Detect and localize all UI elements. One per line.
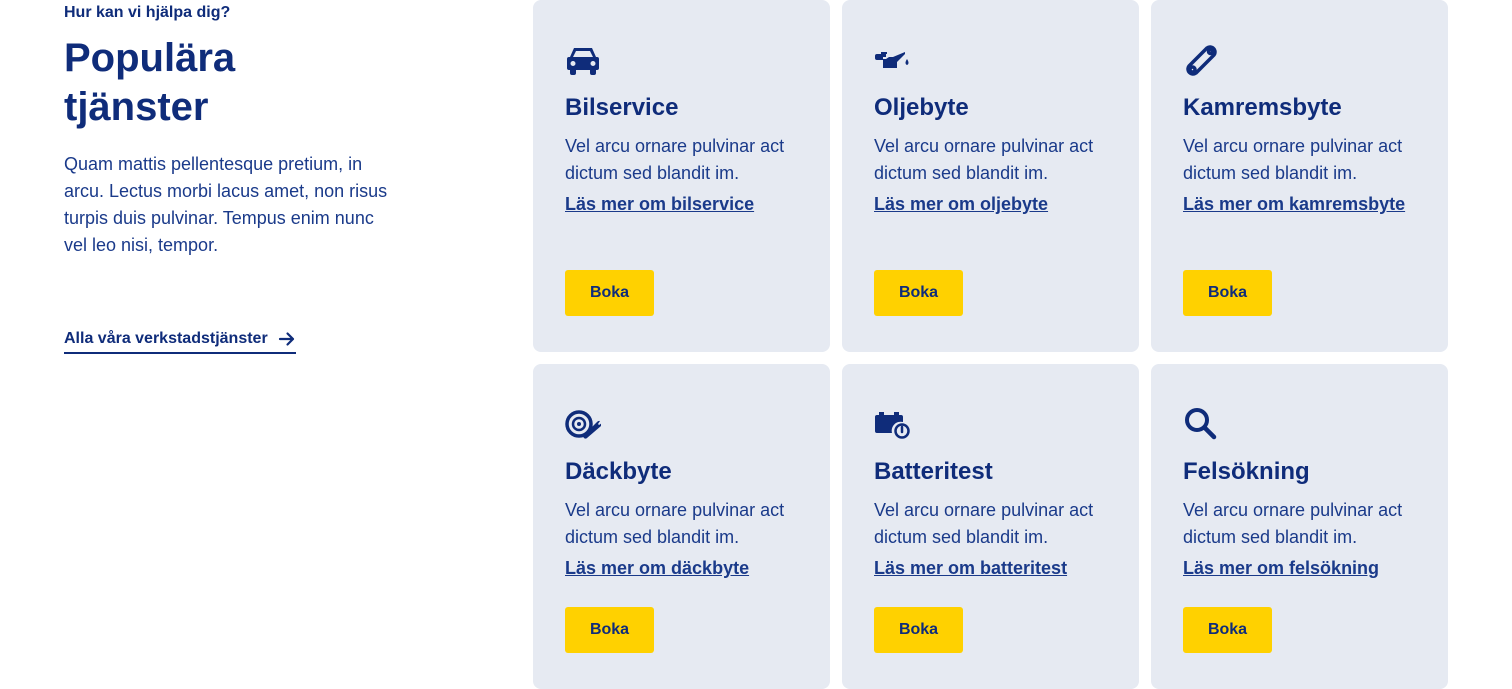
battery-test-icon (874, 406, 910, 442)
all-services-link-label: Alla våra verkstadstjänster (64, 330, 268, 347)
read-more-link[interactable]: Läs mer om oljebyte (874, 191, 1114, 218)
service-card-felsokning: Felsökning Vel arcu ornare pulvinar act … (1151, 364, 1448, 689)
eyebrow-text: Hur kan vi hjälpa dig? (64, 4, 231, 21)
arrow-right-icon (278, 330, 296, 348)
service-title: Kamremsbyte (1183, 94, 1342, 121)
magnifier-icon (1183, 406, 1219, 442)
section-description: Quam mattis pellentesque pretium, in arc… (64, 154, 388, 255)
service-card-batteritest: Batteritest Vel arcu ornare pulvinar act… (842, 364, 1139, 689)
read-more-link[interactable]: Läs mer om däckbyte (565, 555, 805, 582)
service-title: Oljebyte (874, 94, 969, 121)
book-button[interactable]: Boka (1183, 270, 1272, 316)
timing-belt-icon (1183, 42, 1219, 78)
all-services-link[interactable]: Alla våra verkstadstjänster (64, 330, 296, 354)
book-button[interactable]: Boka (874, 270, 963, 316)
oil-can-icon (874, 42, 910, 78)
service-description: Vel arcu ornare pulvinar act dictum sed … (1183, 136, 1403, 183)
service-card-kamremsbyte: Kamremsbyte Vel arcu ornare pulvinar act… (1151, 0, 1448, 352)
read-more-link[interactable]: Läs mer om batteritest (874, 555, 1114, 582)
service-title: Batteritest (874, 458, 993, 485)
section-title: Populära tjänster (64, 36, 236, 129)
read-more-link[interactable]: Läs mer om kamremsbyte (1183, 191, 1423, 218)
book-button[interactable]: Boka (565, 270, 654, 316)
service-description: Vel arcu ornare pulvinar act dictum sed … (1183, 500, 1403, 547)
read-more-link[interactable]: Läs mer om felsökning (1183, 555, 1423, 582)
service-description: Vel arcu ornare pulvinar act dictum sed … (565, 136, 785, 183)
service-description: Vel arcu ornare pulvinar act dictum sed … (874, 500, 1094, 547)
tire-wrench-icon (565, 406, 601, 442)
book-button[interactable]: Boka (565, 607, 654, 653)
service-card-oljebyte: Oljebyte Vel arcu ornare pulvinar act di… (842, 0, 1139, 352)
service-description: Vel arcu ornare pulvinar act dictum sed … (565, 500, 785, 547)
service-card-dackbyte: Däckbyte Vel arcu ornare pulvinar act di… (533, 364, 830, 689)
service-title: Däckbyte (565, 458, 672, 485)
service-title: Bilservice (565, 94, 679, 121)
read-more-link[interactable]: Läs mer om bilservice (565, 191, 805, 218)
book-button[interactable]: Boka (874, 607, 963, 653)
service-title: Felsökning (1183, 458, 1310, 485)
service-description: Vel arcu ornare pulvinar act dictum sed … (874, 136, 1094, 183)
book-button[interactable]: Boka (1183, 607, 1272, 653)
car-icon (565, 42, 601, 78)
service-card-bilservice: Bilservice Vel arcu ornare pulvinar act … (533, 0, 830, 352)
